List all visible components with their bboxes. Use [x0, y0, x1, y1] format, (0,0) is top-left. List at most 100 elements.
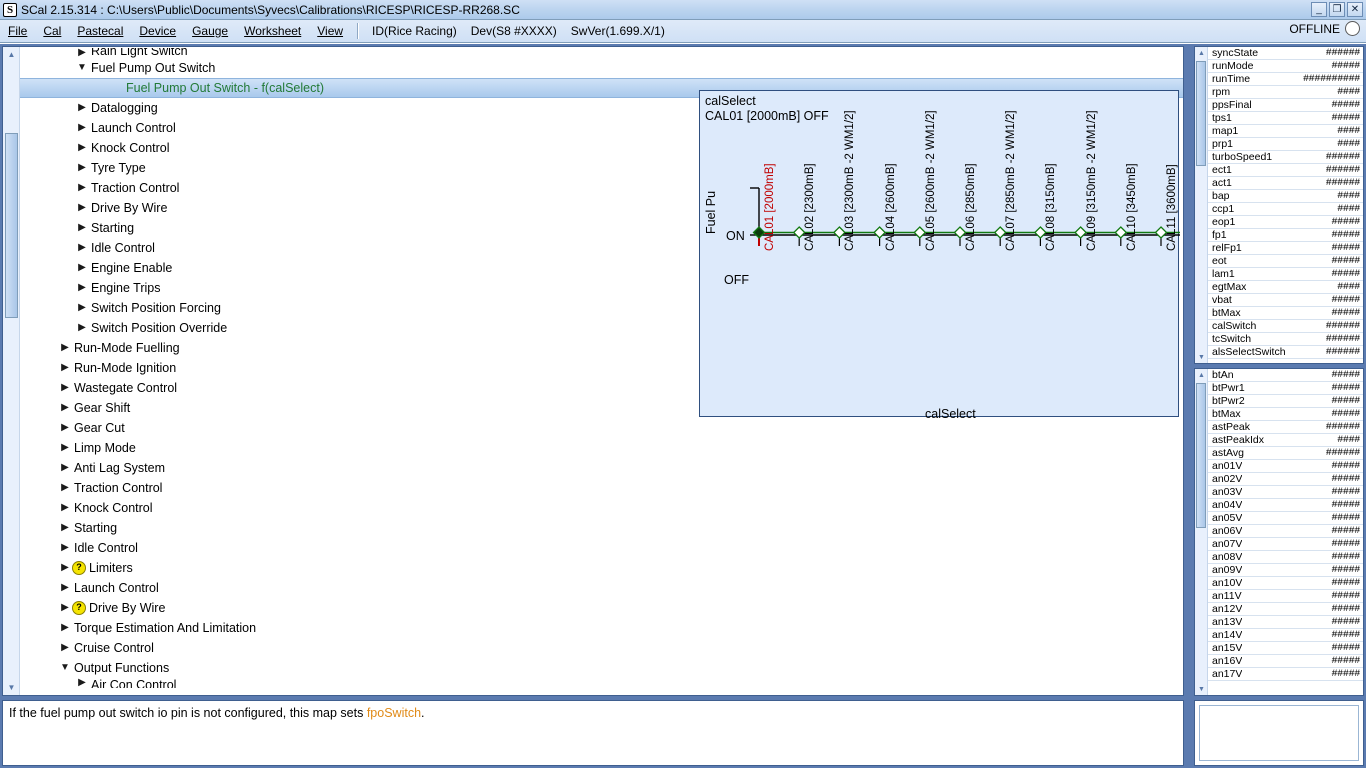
- bottom-right-panel[interactable]: [1194, 700, 1364, 766]
- chevron-right-icon[interactable]: [58, 543, 72, 553]
- gauge-row[interactable]: alsSelectSwitch ######: [1208, 346, 1363, 359]
- chevron-right-icon[interactable]: [75, 163, 89, 173]
- close-icon[interactable]: ✕: [1347, 2, 1363, 17]
- gauge-row[interactable]: an10V #####: [1208, 577, 1363, 590]
- gauge-row[interactable]: an03V #####: [1208, 486, 1363, 499]
- map-chart-panel[interactable]: calSelect CAL01 [2000mB] OFF Fuel Pu ON …: [699, 90, 1218, 421]
- chevron-right-icon[interactable]: [58, 603, 72, 613]
- gauge-row[interactable]: btMax #####: [1208, 307, 1363, 320]
- chevron-right-icon[interactable]: [75, 323, 89, 333]
- minimize-button[interactable]: _: [1311, 2, 1327, 17]
- tree-item[interactable]: Torque Estimation And Limitation: [20, 618, 1183, 638]
- chevron-right-icon[interactable]: [58, 643, 72, 653]
- gauge-row[interactable]: btAn #####: [1208, 369, 1363, 382]
- gauge-row[interactable]: an06V #####: [1208, 525, 1363, 538]
- gauge-row[interactable]: an13V #####: [1208, 616, 1363, 629]
- gauge-row[interactable]: an01V #####: [1208, 460, 1363, 473]
- chevron-right-icon[interactable]: [75, 183, 89, 193]
- gauge-row[interactable]: tps1 #####: [1208, 112, 1363, 125]
- scroll-down-icon[interactable]: ▼: [3, 680, 20, 695]
- gauge-row[interactable]: rpm ####: [1208, 86, 1363, 99]
- gauge-scrollbar-thumb-2[interactable]: [1196, 383, 1206, 528]
- chevron-right-icon[interactable]: [75, 678, 89, 688]
- chevron-right-icon[interactable]: [58, 423, 72, 433]
- gauge-row[interactable]: astPeakIdx ####: [1208, 434, 1363, 447]
- menu-cal[interactable]: Cal: [35, 22, 69, 40]
- gauge-row[interactable]: map1 ####: [1208, 125, 1363, 138]
- gauge-row[interactable]: bap ####: [1208, 190, 1363, 203]
- gauge-row[interactable]: syncState ######: [1208, 47, 1363, 60]
- scroll-up-icon[interactable]: ▲: [3, 47, 20, 62]
- chevron-right-icon[interactable]: [75, 143, 89, 153]
- chevron-right-icon[interactable]: [75, 283, 89, 293]
- menu-pastecal[interactable]: Pastecal: [69, 22, 131, 40]
- chevron-right-icon[interactable]: [75, 123, 89, 133]
- tree-item[interactable]: Air Con Control: [20, 678, 1183, 688]
- gauge-row[interactable]: ccp1 ####: [1208, 203, 1363, 216]
- gauge-row[interactable]: an16V #####: [1208, 655, 1363, 668]
- menu-device[interactable]: Device: [131, 22, 184, 40]
- chevron-right-icon[interactable]: [75, 203, 89, 213]
- tree-scrollbar-thumb[interactable]: [5, 133, 18, 318]
- chevron-right-icon[interactable]: [75, 303, 89, 313]
- scroll-down-icon[interactable]: ▼: [1195, 683, 1208, 695]
- chevron-right-icon[interactable]: [58, 563, 72, 573]
- chevron-down-icon[interactable]: [75, 63, 89, 73]
- gauge-row[interactable]: an02V #####: [1208, 473, 1363, 486]
- menu-worksheet[interactable]: Worksheet: [236, 22, 309, 40]
- tree-item[interactable]: Rain Light Switch: [20, 48, 1183, 58]
- chevron-right-icon[interactable]: [75, 48, 89, 58]
- gauge-row[interactable]: runTime ##########: [1208, 73, 1363, 86]
- chevron-right-icon[interactable]: [75, 263, 89, 273]
- maximize-button[interactable]: ❐: [1329, 2, 1345, 17]
- tree-item[interactable]: Launch Control: [20, 578, 1183, 598]
- chevron-right-icon[interactable]: [58, 483, 72, 493]
- gauge-row[interactable]: astPeak ######: [1208, 421, 1363, 434]
- gauge-row[interactable]: ect1 ######: [1208, 164, 1363, 177]
- gauge-row[interactable]: tcSwitch ######: [1208, 333, 1363, 346]
- gauge-row[interactable]: an05V #####: [1208, 512, 1363, 525]
- gauge-scrollbar-1[interactable]: ▲ ▼: [1195, 47, 1208, 363]
- chevron-right-icon[interactable]: [58, 383, 72, 393]
- gauge-row[interactable]: eop1 #####: [1208, 216, 1363, 229]
- chevron-right-icon[interactable]: [58, 623, 72, 633]
- chevron-right-icon[interactable]: [75, 243, 89, 253]
- gauge-row[interactable]: fp1 #####: [1208, 229, 1363, 242]
- chevron-right-icon[interactable]: [58, 583, 72, 593]
- chevron-right-icon[interactable]: [75, 103, 89, 113]
- gauge-row[interactable]: act1 ######: [1208, 177, 1363, 190]
- gauge-row[interactable]: relFp1 #####: [1208, 242, 1363, 255]
- gauge-panel-primary[interactable]: ▲ ▼ syncState ###### runMode ##### runTime ##…: [1194, 46, 1364, 364]
- gauge-row[interactable]: egtMax ####: [1208, 281, 1363, 294]
- gauge-row[interactable]: eot #####: [1208, 255, 1363, 268]
- chart-plot-area[interactable]: Fuel Pu ON OFF CAL01 [2000mB] CAL02 [2300…: [700, 110, 1218, 449]
- tree-item[interactable]: Idle Control: [20, 538, 1183, 558]
- tree-item[interactable]: Knock Control: [20, 498, 1183, 518]
- tree-item[interactable]: Output Functions: [20, 658, 1183, 678]
- gauge-row[interactable]: calSwitch ######: [1208, 320, 1363, 333]
- chevron-down-icon[interactable]: [58, 663, 72, 673]
- gauge-row[interactable]: vbat #####: [1208, 294, 1363, 307]
- tree-item[interactable]: Fuel Pump Out Switch: [20, 58, 1183, 78]
- chevron-right-icon[interactable]: [58, 363, 72, 373]
- chevron-right-icon[interactable]: [58, 523, 72, 533]
- gauge-row[interactable]: lam1 #####: [1208, 268, 1363, 281]
- tree-item[interactable]: Anti Lag System: [20, 458, 1183, 478]
- chevron-right-icon[interactable]: [58, 463, 72, 473]
- menu-view[interactable]: View: [309, 22, 351, 40]
- scroll-up-icon[interactable]: ▲: [1195, 369, 1208, 381]
- gauge-row[interactable]: an12V #####: [1208, 603, 1363, 616]
- gauge-row[interactable]: btMax #####: [1208, 408, 1363, 421]
- chevron-right-icon[interactable]: [75, 223, 89, 233]
- gauge-scrollbar-thumb-1[interactable]: [1196, 61, 1206, 166]
- gauge-row[interactable]: astAvg ######: [1208, 447, 1363, 460]
- tree-item[interactable]: Traction Control: [20, 478, 1183, 498]
- tree-scrollbar[interactable]: ▲ ▼: [3, 47, 20, 695]
- scroll-up-icon[interactable]: ▲: [1195, 47, 1208, 59]
- menu-gauge[interactable]: Gauge: [184, 22, 236, 40]
- gauge-row[interactable]: btPwr2 #####: [1208, 395, 1363, 408]
- tree-item[interactable]: Starting: [20, 518, 1183, 538]
- gauge-row[interactable]: an08V #####: [1208, 551, 1363, 564]
- gauge-scrollbar-2[interactable]: ▲ ▼: [1195, 369, 1208, 695]
- chevron-right-icon[interactable]: [58, 403, 72, 413]
